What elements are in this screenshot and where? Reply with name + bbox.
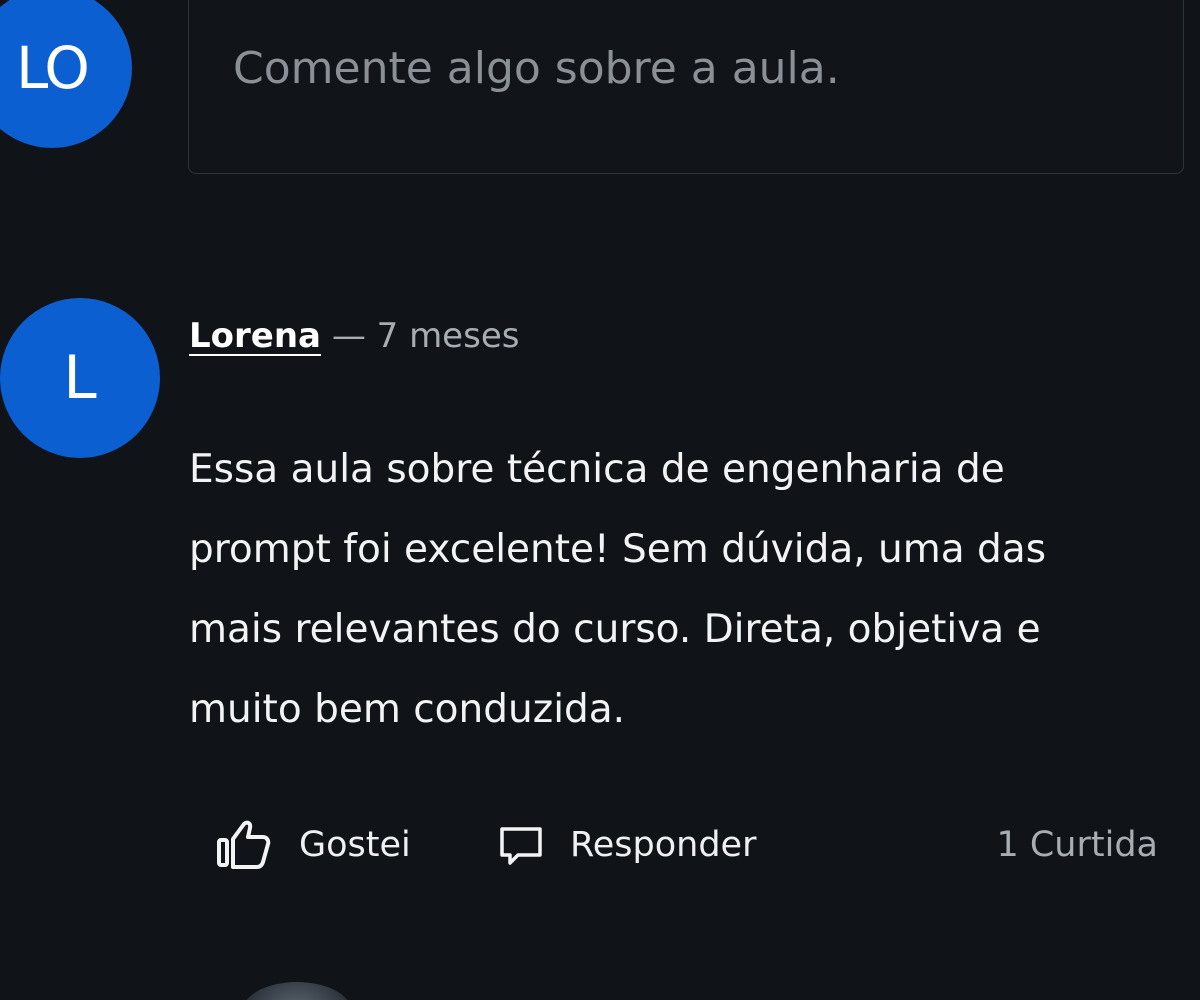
- comment-input-placeholder: Comente algo sobre a aula.: [233, 43, 840, 94]
- like-label: Gostei: [299, 825, 411, 865]
- reply-label: Responder: [570, 825, 757, 865]
- comment-author-initial: L: [63, 343, 97, 413]
- comment-body: Essa aula sobre técnica de engenharia de…: [189, 430, 1149, 750]
- comment-meta: Lorena — 7 meses: [189, 316, 519, 356]
- comment-line: prompt foi excelente! Sem dúvida, uma da…: [189, 527, 1047, 572]
- likes-count: 1 Curtida: [996, 825, 1158, 865]
- like-button[interactable]: Gostei: [215, 810, 411, 880]
- meta-separator: —: [331, 316, 366, 356]
- speech-bubble-icon: [498, 822, 544, 868]
- comment-author-link[interactable]: Lorena: [189, 316, 321, 356]
- comment-actions: Gostei Responder 1 Curtida: [0, 810, 1200, 880]
- thumbs-up-icon: [215, 817, 271, 873]
- comment-input[interactable]: Comente algo sobre a aula.: [188, 0, 1184, 174]
- current-user-avatar: LO: [0, 0, 132, 148]
- comment-line: Essa aula sobre técnica de engenharia de: [189, 447, 1005, 492]
- current-user-initials: LO: [16, 34, 90, 102]
- comment-timestamp: 7 meses: [376, 316, 520, 356]
- comment-author-avatar: L: [0, 298, 160, 458]
- comments-section: LO Comente algo sobre a aula. L Lorena —…: [0, 0, 1200, 1000]
- next-comment-avatar: [242, 982, 352, 1000]
- comment-line: muito bem conduzida.: [189, 687, 626, 732]
- comment-line: mais relevantes do curso. Direta, objeti…: [189, 607, 1041, 652]
- reply-button[interactable]: Responder: [498, 810, 756, 880]
